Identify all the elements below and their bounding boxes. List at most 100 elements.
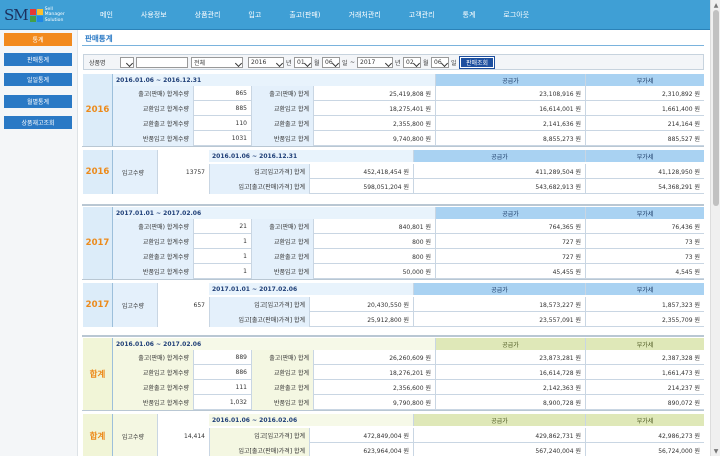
amount-value: 9,740,800 원 (313, 131, 435, 146)
logo-subtitle: Sell Manager Solution (44, 6, 65, 23)
qty-value: 1 (193, 249, 251, 264)
stock-in-qty-label: 입고수량 (113, 150, 157, 194)
sidebar-item-sales-statistics[interactable]: 판매통계 (4, 53, 72, 66)
nav-shipment-sales[interactable]: 출고(판매) (289, 10, 320, 20)
sidebar-item-stock-lookup[interactable]: 상품재고조회 (4, 116, 72, 129)
amount-value: 9,790,800 원 (313, 395, 435, 410)
nav-logout[interactable]: 로그아웃 (503, 10, 529, 20)
stock-in-qty-label: 입고수량 (113, 283, 157, 327)
table-row: 입고[입고가격] 합계 472,849,004 원 429,862,731 원 42,… (209, 428, 704, 443)
supply-value: 18,573,227 원 (413, 297, 585, 312)
qty-label: 교환입고 합계수량 (113, 234, 193, 249)
filter-bar: 상품명 전체 2016 년 01 월 06 일 ~ 2017 년 02 월 06… (83, 54, 704, 70)
sales-summary-block: 합계 2016.01.06 ~ 2017.02.06 공급가 부가세 출고(판매) 합계… (83, 338, 704, 410)
stock-in-qty-value: 657 (157, 283, 209, 327)
nav-statistics[interactable]: 통계 (463, 10, 476, 20)
stock-date-range: 2016.01.06 ~ 2016.02.06 (209, 414, 413, 426)
start-year-select[interactable]: 2016 (248, 57, 284, 68)
vat-value: 1,857,323 원 (585, 297, 704, 312)
amount-label: 출고(판매) 합계 (251, 86, 313, 101)
stock-amount-value: 452,418,454 원 (309, 164, 413, 179)
supply-value: 429,862,731 원 (413, 428, 585, 443)
vat-value: 41,128,950 원 (585, 164, 704, 179)
vat-value: 76,436 원 (585, 219, 704, 234)
sales-header-row: 2016.01.06 ~ 2017.02.06 공급가 부가세 (113, 338, 704, 350)
sales-search-button[interactable]: 판매조회 (459, 56, 495, 69)
qty-value: 1 (193, 264, 251, 279)
page-scrollbar[interactable]: ▲ ▼ (710, 0, 720, 456)
main-content: 판매통계 상품명 전체 2016 년 01 월 06 일 ~ 2017 년 02… (82, 30, 710, 456)
nav-customer-management[interactable]: 고객관리 (409, 10, 435, 20)
qty-value: 886 (193, 365, 251, 380)
supply-value: 23,873,281 원 (435, 350, 585, 365)
stock-in-block: 합계 입고수량 14,414 2016.01.06 ~ 2016.02.06 공급가 부가… (83, 414, 704, 456)
page: SM Sell Manager Solution 메인 사용정보 상품관리 입고… (0, 0, 720, 456)
vat-header: 부가세 (585, 207, 704, 219)
nav-usage-info[interactable]: 사용정보 (141, 10, 167, 20)
qty-value: 889 (193, 350, 251, 365)
table-row: 교환출고 합계수량 111 교환출고 합계 2,356,600 원 2,142,363 … (113, 380, 704, 395)
start-month-select[interactable]: 01 (294, 57, 312, 68)
nav-stock-in[interactable]: 입고 (248, 10, 261, 20)
amount-value: 840,801 원 (313, 219, 435, 234)
stock-date-range: 2016.01.06 ~ 2016.12.31 (209, 150, 413, 162)
section-divider (82, 410, 704, 411)
logo[interactable]: SM Sell Manager Solution (4, 3, 76, 27)
sales-summary-block: 2016 2016.01.06 ~ 2016.12.31 공급가 부가세 출고(판매) … (83, 74, 704, 146)
amount-label: 교환입고 합계 (251, 234, 313, 249)
supply-value: 727 원 (435, 234, 585, 249)
qty-label: 출고(판매) 합계수량 (113, 350, 193, 365)
category-select[interactable]: 전체 (191, 57, 243, 68)
period-label: 합계 (83, 338, 113, 410)
amount-value: 2,356,600 원 (313, 380, 435, 395)
amount-label: 출고(판매) 합계 (251, 219, 313, 234)
logo-text: SM (4, 6, 29, 24)
period-label: 2017 (83, 207, 113, 279)
sidebar: 통계 판매통계 일일통계 월별통계 상품재고조회 (0, 30, 78, 456)
scroll-down-arrow-icon[interactable]: ▼ (712, 447, 720, 455)
stock-amount-value: 623,964,004 원 (309, 443, 413, 456)
nav-product-management[interactable]: 상품관리 (195, 10, 221, 20)
nav-vendor-management[interactable]: 거래처관리 (349, 10, 381, 20)
supply-value: 727 원 (435, 249, 585, 264)
qty-label: 교환입고 합계수량 (113, 365, 193, 380)
sales-date-range: 2017.01.01 ~ 2017.02.06 (113, 207, 435, 219)
table-row: 반품입고 합계수량 1031 반품입고 합계 9,740,800 원 8,855,273… (113, 131, 704, 146)
product-name-input[interactable] (136, 57, 188, 68)
sales-header-row: 2016.01.06 ~ 2016.12.31 공급가 부가세 (113, 74, 704, 86)
supply-value: 411,289,504 원 (413, 164, 585, 179)
end-year-select[interactable]: 2017 (357, 57, 393, 68)
qty-value: 110 (193, 116, 251, 131)
amount-value: 800 원 (313, 234, 435, 249)
qty-value: 21 (193, 219, 251, 234)
table-row: 교환출고 합계수량 1 교환출고 합계 800 원 727 원 73 원 (113, 249, 704, 264)
supply-price-header: 공급가 (435, 74, 585, 86)
vat-value: 214,164 원 (585, 116, 704, 131)
start-year-unit: 년 (286, 60, 292, 67)
product-field-select[interactable] (120, 57, 134, 68)
section-divider (82, 335, 704, 337)
top-header: SM Sell Manager Solution 메인 사용정보 상품관리 입고… (0, 0, 720, 30)
qty-label: 반품입고 합계수량 (113, 131, 193, 146)
vat-header: 부가세 (585, 74, 704, 86)
scrollbar-thumb[interactable] (713, 10, 719, 206)
stock-header-row: 2017.01.01 ~ 2017.02.06 공급가 부가세 (209, 283, 704, 295)
vat-value: 2,355,709 원 (585, 312, 704, 327)
start-day-select[interactable]: 06 (322, 57, 340, 68)
vat-header: 부가세 (585, 414, 704, 426)
sidebar-item-monthly-statistics[interactable]: 월별통계 (4, 95, 72, 108)
logo-squares-icon (29, 8, 43, 22)
start-day-unit: 일 (342, 60, 348, 67)
end-day-select[interactable]: 06 (431, 57, 449, 68)
vat-value: 54,368,291 원 (585, 179, 704, 194)
end-month-select[interactable]: 02 (403, 57, 421, 68)
scroll-up-arrow-icon[interactable]: ▲ (712, 1, 720, 9)
sidebar-item-statistics[interactable]: 통계 (4, 33, 72, 46)
table-row: 교환입고 합계수량 886 교환입고 합계 18,276,201 원 16,614,72… (113, 365, 704, 380)
amount-label: 반품입고 합계 (251, 395, 313, 410)
sidebar-item-daily-statistics[interactable]: 일일통계 (4, 73, 72, 86)
supply-value: 2,142,363 원 (435, 380, 585, 395)
qty-label: 출고(판매) 합계수량 (113, 86, 193, 101)
page-title: 판매통계 (85, 34, 113, 43)
nav-main[interactable]: 메인 (100, 10, 113, 20)
